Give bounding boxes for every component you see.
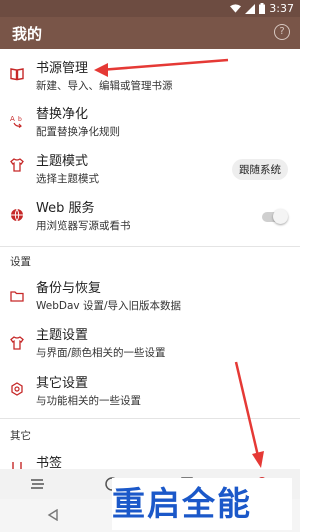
signal-icon xyxy=(245,3,256,14)
menu-item-subtitle: 与界面/颜色相关的一些设置 xyxy=(36,347,166,359)
web-service-toggle[interactable] xyxy=(262,209,288,224)
menu-item-bookmarks[interactable]: 书签 xyxy=(0,446,300,471)
book-icon xyxy=(10,68,24,81)
section-label-other: 其它 xyxy=(10,430,31,442)
menu-item-title: 书源管理 xyxy=(36,61,89,76)
svg-text:A: A xyxy=(10,115,15,123)
menu-item-title: 主题设置 xyxy=(36,328,89,343)
clock: 3:37 xyxy=(269,2,294,15)
section-label-settings: 设置 xyxy=(10,256,31,268)
menu-item-backup-restore[interactable]: 备份与恢复 WebDav 设置/导入旧版本数据 xyxy=(0,272,300,320)
menu-item-title: Web 服务 xyxy=(36,201,95,216)
theme-mode-value[interactable]: 跟随系统 xyxy=(232,159,288,180)
menu-item-subtitle: 用浏览器写源或看书 xyxy=(36,220,131,232)
battery-icon xyxy=(259,3,266,14)
watermark-logo: 重启全能 xyxy=(112,478,292,530)
help-circle-icon[interactable]: ? xyxy=(274,24,290,40)
menu-item-subtitle: 配置替换净化规则 xyxy=(36,126,120,138)
status-icons: 3:37 xyxy=(230,2,294,15)
menu-item-subtitle: 与功能相关的一些设置 xyxy=(36,395,141,407)
menu-item-title: 主题模式 xyxy=(36,154,89,169)
tshirt-icon xyxy=(10,158,24,172)
menu-item-title: 替换净化 xyxy=(36,107,89,122)
divider xyxy=(0,246,300,247)
menu-item-title: 备份与恢复 xyxy=(36,281,102,296)
folder-icon xyxy=(10,291,24,302)
menu-item-title: 其它设置 xyxy=(36,376,89,391)
app-bar: 我的 ? xyxy=(0,17,300,49)
watermark-text: 全能 xyxy=(182,484,252,523)
page-title: 我的 xyxy=(12,25,43,43)
toggle-knob xyxy=(273,209,288,224)
menu-item-other-settings[interactable]: 其它设置 与功能相关的一些设置 xyxy=(0,368,300,416)
menu-item-subtitle: 新建、导入、编辑或管理书源 xyxy=(36,80,173,92)
bookshelf-icon[interactable] xyxy=(29,477,45,491)
menu-item-subtitle: WebDav 设置/导入旧版本数据 xyxy=(36,300,182,312)
globe-icon xyxy=(11,208,23,222)
menu-item-replace-rules[interactable]: A b 替换净化 配置替换净化规则 xyxy=(0,97,300,145)
svg-text:b: b xyxy=(18,116,22,123)
gear-icon xyxy=(11,382,23,396)
tshirt-icon xyxy=(10,336,24,350)
watermark-text: 重 xyxy=(112,484,147,523)
menu-item-book-source[interactable]: 书源管理 新建、导入、编辑或管理书源 xyxy=(0,49,300,97)
divider xyxy=(0,418,300,419)
menu-item-subtitle: 选择主题模式 xyxy=(36,173,99,185)
back-icon[interactable] xyxy=(47,509,59,521)
menu-item-web-service[interactable]: Web 服务 用浏览器写源或看书 xyxy=(0,193,300,241)
wifi-icon xyxy=(230,3,242,13)
status-bar: 3:37 xyxy=(0,0,300,17)
watermark-text: 启 xyxy=(147,484,182,523)
menu-item-theme-mode[interactable]: 主题模式 选择主题模式 跟随系统 xyxy=(0,145,300,193)
replace-icon: A b xyxy=(10,115,22,128)
menu-item-theme-settings[interactable]: 主题设置 与界面/颜色相关的一些设置 xyxy=(0,320,300,368)
